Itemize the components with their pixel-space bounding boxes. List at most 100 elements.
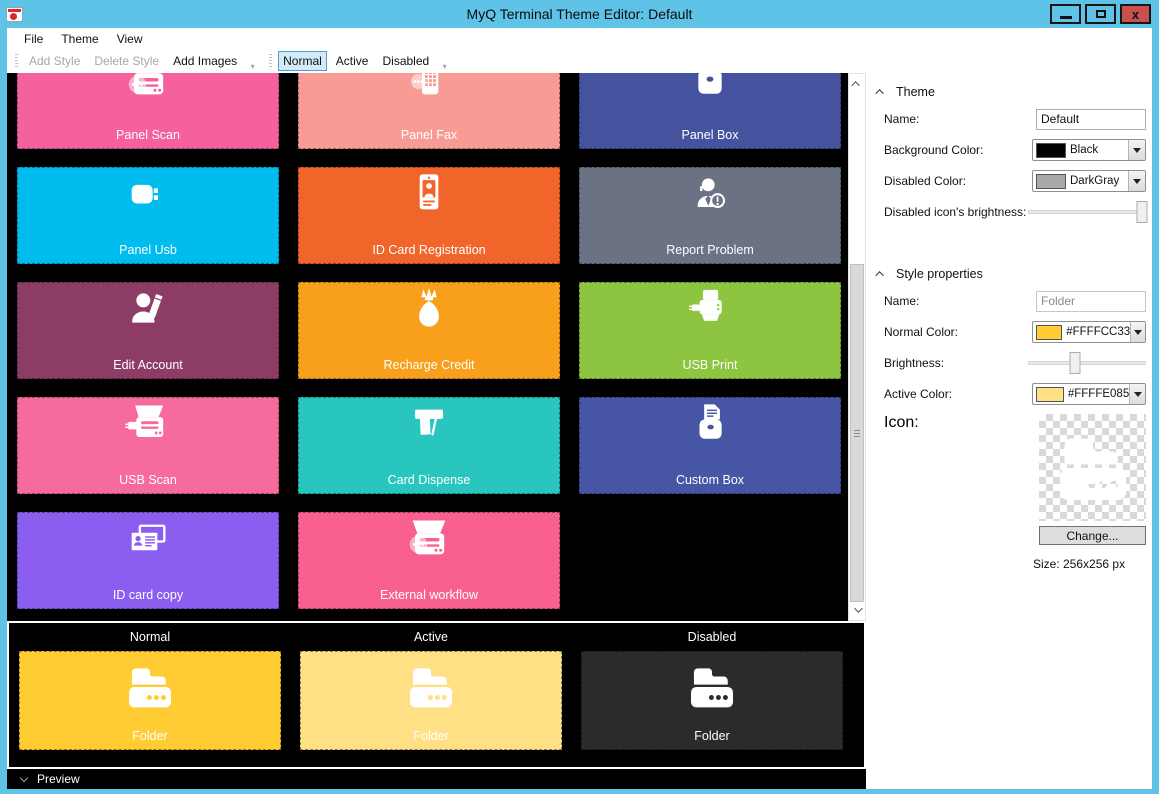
- normal-color-label: Normal Color:: [884, 325, 958, 339]
- color-swatch: [1036, 387, 1064, 402]
- brightness-slider[interactable]: [1028, 352, 1146, 374]
- tile-panel-scan[interactable]: Panel Scan: [17, 73, 279, 149]
- tile-recharge-credit[interactable]: Recharge Credit: [298, 282, 560, 379]
- chevron-down-icon: [1133, 148, 1141, 153]
- folder-icon: [1047, 424, 1139, 512]
- tile-report-problem[interactable]: Report Problem: [579, 167, 841, 264]
- tile-external-workflow[interactable]: External workflow: [298, 512, 560, 609]
- chevron-up-icon: [875, 89, 883, 97]
- vertical-scrollbar[interactable]: [848, 73, 866, 621]
- state-normal-button[interactable]: Normal: [278, 51, 327, 71]
- tile-usb-print[interactable]: USB Print: [579, 282, 841, 379]
- scanner-bubble-icon: [120, 73, 176, 113]
- tile-label: Custom Box: [580, 473, 840, 487]
- scrollbar-grip-icon: [854, 430, 860, 437]
- color-swatch: [1036, 143, 1066, 158]
- tile-label: ID Card Registration: [299, 243, 559, 257]
- close-button[interactable]: x: [1120, 4, 1151, 24]
- add-images-button[interactable]: Add Images: [168, 51, 242, 71]
- scrollbar-thumb[interactable]: [850, 264, 864, 602]
- toolbar-overflow-button[interactable]: ▾: [246, 51, 259, 71]
- scroll-down-button[interactable]: [849, 602, 865, 618]
- maximize-button[interactable]: [1085, 4, 1116, 24]
- tile-panel-fax[interactable]: Panel Fax: [298, 73, 560, 149]
- card-dispenser-icon: [401, 402, 457, 458]
- tile-custom-box[interactable]: Custom Box: [579, 397, 841, 494]
- tile-label: USB Scan: [18, 473, 278, 487]
- usb-printer-icon: [682, 287, 738, 343]
- tile-id-card-registration[interactable]: ID Card Registration: [298, 167, 560, 264]
- preview-expander[interactable]: Preview: [7, 769, 866, 789]
- menu-file[interactable]: File: [15, 30, 52, 48]
- tile-label: USB Print: [580, 358, 840, 372]
- theme-name-input[interactable]: [1036, 109, 1146, 130]
- toolbar: Add Style Delete Style Add Images ▾ Norm…: [7, 49, 1152, 73]
- slider-thumb[interactable]: [1070, 352, 1081, 374]
- maximize-icon: [1096, 10, 1106, 18]
- icon-transparency-preview: [1039, 414, 1146, 521]
- add-style-button[interactable]: Add Style: [24, 51, 85, 71]
- tile-label: Card Dispense: [299, 473, 559, 487]
- tile-label: Folder: [582, 729, 842, 743]
- folder-tile-disabled[interactable]: Folder: [581, 651, 843, 750]
- folder-tile-active[interactable]: Folder: [300, 651, 562, 750]
- tile-panel-usb[interactable]: Panel Usb: [17, 167, 279, 264]
- tile-edit-account[interactable]: Edit Account: [17, 282, 279, 379]
- background-color-dropdown[interactable]: Black: [1032, 139, 1146, 161]
- background-color-value: Black: [1070, 144, 1128, 156]
- tile-canvas: Panel Scan: [7, 73, 848, 621]
- toolbar-grip[interactable]: [269, 54, 272, 69]
- background-color-label: Background Color:: [884, 143, 983, 157]
- icon-label: Icon:: [884, 414, 919, 521]
- folder-icon: [400, 659, 462, 715]
- dropdown-button[interactable]: [1128, 140, 1145, 160]
- id-cards-icon: [120, 517, 176, 573]
- slider-track[interactable]: [1028, 361, 1146, 365]
- toolbar-overflow-button[interactable]: ▾: [438, 51, 451, 71]
- minimize-button[interactable]: [1050, 4, 1081, 24]
- tile-label: Folder: [20, 729, 280, 743]
- menubar: File Theme View: [7, 28, 1152, 49]
- state-header-active: Active: [300, 630, 562, 644]
- normal-color-dropdown[interactable]: #FFFFCC33: [1032, 321, 1146, 343]
- style-section-header[interactable]: Style properties: [884, 267, 1146, 281]
- toolbar-grip[interactable]: [15, 54, 18, 69]
- active-color-value: #FFFFE085: [1068, 388, 1129, 400]
- minimize-icon: [1060, 16, 1072, 19]
- tile-panel-box[interactable]: Panel Box: [579, 73, 841, 149]
- theme-section-header[interactable]: Theme: [884, 85, 1146, 99]
- active-color-dropdown[interactable]: #FFFFE085: [1032, 383, 1146, 405]
- state-active-button[interactable]: Active: [331, 51, 374, 71]
- state-disabled-button[interactable]: Disabled: [377, 51, 434, 71]
- tile-id-card-copy[interactable]: ID card copy: [17, 512, 279, 609]
- slider-track[interactable]: [1028, 210, 1146, 214]
- color-swatch: [1036, 174, 1066, 189]
- delete-style-button[interactable]: Delete Style: [89, 51, 164, 71]
- slider-thumb[interactable]: [1137, 201, 1148, 223]
- app-window: MyQ Terminal Theme Editor: Default x Fil…: [0, 0, 1159, 794]
- tile-card-dispense[interactable]: Card Dispense: [298, 397, 560, 494]
- change-icon-button[interactable]: Change...: [1039, 526, 1146, 545]
- normal-color-value: #FFFFCC33: [1066, 326, 1130, 338]
- menu-view[interactable]: View: [108, 30, 152, 48]
- person-alert-icon: [682, 172, 738, 228]
- disabled-brightness-slider[interactable]: [1028, 201, 1146, 223]
- dropdown-button[interactable]: [1128, 171, 1145, 191]
- disabled-color-dropdown[interactable]: DarkGray: [1032, 170, 1146, 192]
- active-color-label: Active Color:: [884, 387, 952, 401]
- tile-usb-scan[interactable]: USB Scan: [17, 397, 279, 494]
- chevron-up-icon: [875, 271, 883, 279]
- scroll-up-button[interactable]: [849, 76, 865, 92]
- folder-icon: [119, 659, 181, 715]
- usb-scanner-icon: [120, 402, 176, 458]
- tile-label: Folder: [301, 729, 561, 743]
- tile-label: Panel Scan: [18, 128, 278, 142]
- menu-theme[interactable]: Theme: [52, 30, 107, 48]
- fax-icon: [401, 73, 457, 113]
- dropdown-button[interactable]: [1129, 384, 1145, 404]
- tile-label: Report Problem: [580, 243, 840, 257]
- style-name-input[interactable]: [1036, 291, 1146, 312]
- money-bag-icon: [401, 287, 457, 343]
- dropdown-button[interactable]: [1130, 322, 1145, 342]
- folder-tile-normal[interactable]: Folder: [19, 651, 281, 750]
